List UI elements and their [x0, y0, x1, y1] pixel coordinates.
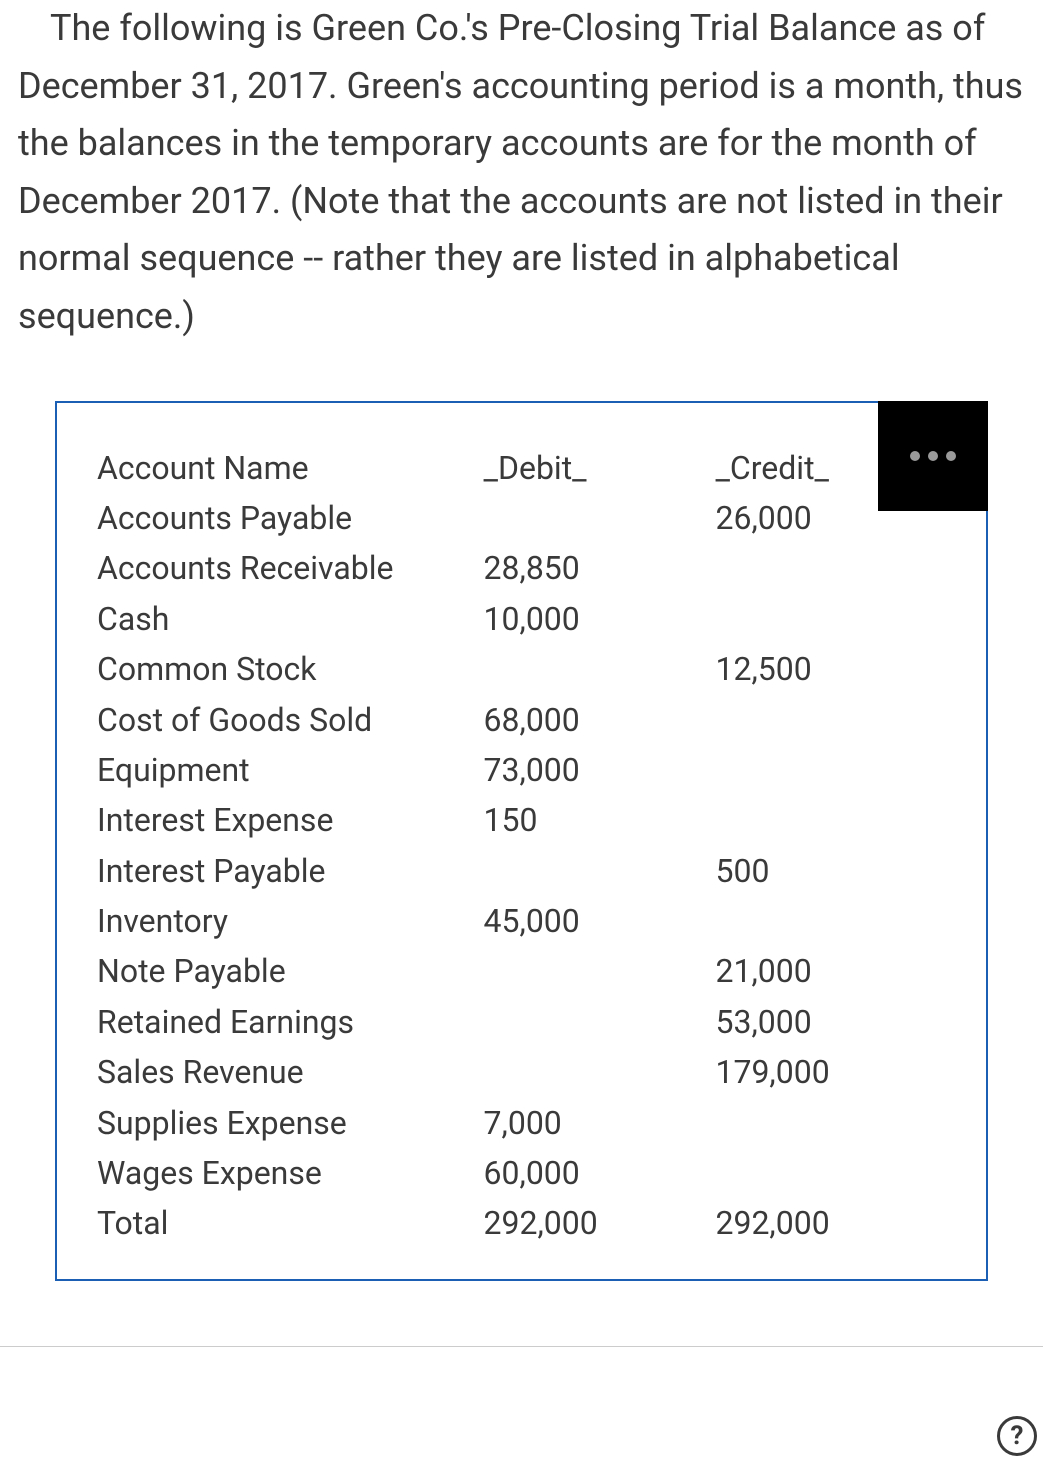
debit-cell [484, 644, 716, 694]
debit-cell: 68,000 [484, 695, 716, 745]
account-name-cell: Supplies Expense [97, 1098, 484, 1148]
table-row: Accounts Receivable28,850 [97, 543, 956, 593]
credit-cell [715, 896, 956, 946]
account-name-cell: Interest Payable [97, 846, 484, 896]
credit-cell [715, 543, 956, 593]
header-debit: _Debit_ [484, 443, 716, 493]
debit-cell [484, 846, 716, 896]
debit-cell: 45,000 [484, 896, 716, 946]
trial-balance-container: Account Name _Debit_ _Credit_ Accounts P… [55, 401, 988, 1281]
debit-cell: 10,000 [484, 594, 716, 644]
debit-cell: 73,000 [484, 745, 716, 795]
credit-cell: 53,000 [715, 997, 956, 1047]
table-row: Inventory45,000 [97, 896, 956, 946]
table-row: Interest Expense150 [97, 795, 956, 845]
table-row: Wages Expense60,000 [97, 1148, 956, 1198]
table-row: Note Payable 21,000 [97, 946, 956, 996]
credit-cell: 500 [715, 846, 956, 896]
debit-cell [484, 946, 716, 996]
debit-cell: 292,000 [484, 1198, 716, 1248]
debit-cell: 28,850 [484, 543, 716, 593]
problem-intro: The following is Green Co.'s Pre-Closing… [0, 0, 1043, 346]
debit-cell: 7,000 [484, 1098, 716, 1148]
table-row: Sales Revenue 179,000 [97, 1047, 956, 1097]
account-name-cell: Inventory [97, 896, 484, 946]
account-name-cell: Sales Revenue [97, 1047, 484, 1097]
credit-cell: 12,500 [715, 644, 956, 694]
credit-cell: 292,000 [715, 1198, 956, 1248]
debit-cell [484, 1047, 716, 1097]
account-name-cell: Accounts Payable [97, 493, 484, 543]
help-icon[interactable]: ? [997, 1416, 1037, 1456]
credit-cell [715, 1148, 956, 1198]
account-name-cell: Wages Expense [97, 1148, 484, 1198]
account-name-cell: Accounts Receivable [97, 543, 484, 593]
table-row: Equipment73,000 [97, 745, 956, 795]
more-options-button[interactable] [878, 401, 988, 511]
table-row: Total292,000292,000 [97, 1198, 956, 1248]
credit-cell [715, 745, 956, 795]
table-row: Cost of Goods Sold68,000 [97, 695, 956, 745]
debit-cell [484, 493, 716, 543]
table-row: Retained Earnings 53,000 [97, 997, 956, 1047]
table-header-row: Account Name _Debit_ _Credit_ [97, 443, 956, 493]
account-name-cell: Total [97, 1198, 484, 1248]
credit-cell [715, 695, 956, 745]
credit-cell [715, 594, 956, 644]
credit-cell: 179,000 [715, 1047, 956, 1097]
account-name-cell: Note Payable [97, 946, 484, 996]
ellipsis-icon [910, 451, 920, 461]
account-name-cell: Cash [97, 594, 484, 644]
credit-cell: 21,000 [715, 946, 956, 996]
credit-cell [715, 1098, 956, 1148]
account-name-cell: Common Stock [97, 644, 484, 694]
account-name-cell: Interest Expense [97, 795, 484, 845]
question-mark-icon: ? [1011, 1421, 1024, 1451]
divider [0, 1346, 1043, 1347]
header-account-name: Account Name [97, 443, 484, 493]
table-row: Accounts Payable26,000 [97, 493, 956, 543]
account-name-cell: Equipment [97, 745, 484, 795]
credit-cell [715, 795, 956, 845]
debit-cell: 150 [484, 795, 716, 845]
intro-text: The following is Green Co.'s Pre-Closing… [18, 7, 1023, 337]
trial-balance-table: Account Name _Debit_ _Credit_ Accounts P… [97, 443, 956, 1249]
table-row: Supplies Expense7,000 [97, 1098, 956, 1148]
debit-cell: 60,000 [484, 1148, 716, 1198]
table-row: Cash10,000 [97, 594, 956, 644]
table-row: Common Stock 12,500 [97, 644, 956, 694]
account-name-cell: Cost of Goods Sold [97, 695, 484, 745]
ellipsis-icon [928, 451, 938, 461]
ellipsis-icon [946, 451, 956, 461]
table-row: Interest Payable 500 [97, 846, 956, 896]
debit-cell [484, 997, 716, 1047]
account-name-cell: Retained Earnings [97, 997, 484, 1047]
